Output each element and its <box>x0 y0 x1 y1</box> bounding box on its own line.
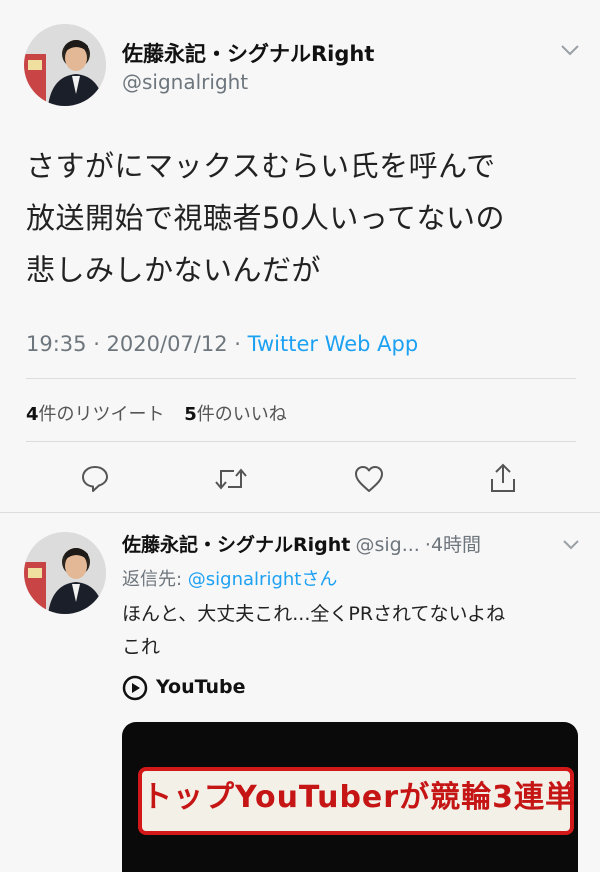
author-handle[interactable]: @signalright <box>122 70 248 94</box>
retweet-icon[interactable] <box>214 465 248 493</box>
like-icon[interactable] <box>353 464 385 494</box>
retweet-count-link[interactable]: 4件のリツイート <box>26 404 165 425</box>
reply-time[interactable]: ·4時間 <box>425 534 481 556</box>
like-count-link[interactable]: 5件のいいね <box>184 404 287 425</box>
reply-header: 佐藤永記・シグナルRight @sig... ·4時間 <box>122 530 542 557</box>
reply-to-prefix: 返信先: <box>122 569 188 590</box>
author-avatar[interactable] <box>24 24 106 106</box>
video-thumbnail-banner: トップYouTuberが競輪3連単 <box>138 767 575 835</box>
reply-text: ほんと、大丈夫これ...全くPRされてないよね これ <box>122 598 592 664</box>
card-source-label: YouTube <box>156 676 246 698</box>
tweet-text-line: 悲しみしかないんだが <box>26 253 322 287</box>
tweet-source-link[interactable]: Twitter Web App <box>248 332 419 356</box>
tweet-timestamp[interactable]: 19:35 · 2020/07/12 · <box>26 332 248 356</box>
reply-text-line: ほんと、大丈夫これ...全くPRされてないよね <box>122 603 506 625</box>
tweet-text-line: 放送開始で視聴者50人いってないの <box>26 201 505 235</box>
reply-handle[interactable]: @sig... <box>355 534 419 556</box>
tweet-text: さすがにマックスむらい氏を呼んで 放送開始で視聴者50人いってないの 悲しみしか… <box>26 144 586 292</box>
like-count: 5 <box>184 404 197 425</box>
tweet-text-line: さすがにマックスむらい氏を呼んで <box>26 149 496 183</box>
engagement-counts: 4件のリツイート 5件のいいね <box>26 400 287 426</box>
retweet-count: 4 <box>26 404 39 425</box>
reply-to-line: 返信先: @signalrightさん <box>122 565 337 591</box>
divider <box>26 441 576 442</box>
video-card[interactable]: トップYouTuberが競輪3連単 <box>122 722 578 872</box>
chevron-down-icon[interactable] <box>562 536 580 555</box>
share-icon[interactable] <box>488 461 518 495</box>
retweet-label: 件のリツイート <box>38 404 165 425</box>
reply-author-avatar[interactable] <box>24 532 106 614</box>
chevron-down-icon[interactable] <box>560 42 580 61</box>
reply-text-line: これ <box>122 636 161 658</box>
divider <box>0 512 600 513</box>
reply-display-name[interactable]: 佐藤永記・シグナルRight <box>122 534 350 556</box>
author-display-name[interactable]: 佐藤永記・シグナルRight <box>122 38 374 68</box>
reply-to-handle[interactable]: @signalrightさん <box>188 569 338 590</box>
like-label: 件のいいね <box>196 404 287 425</box>
tweet-meta: 19:35 · 2020/07/12 · Twitter Web App <box>26 332 418 356</box>
divider <box>26 378 576 379</box>
reply-icon[interactable] <box>80 463 110 493</box>
youtube-icon <box>122 675 148 705</box>
